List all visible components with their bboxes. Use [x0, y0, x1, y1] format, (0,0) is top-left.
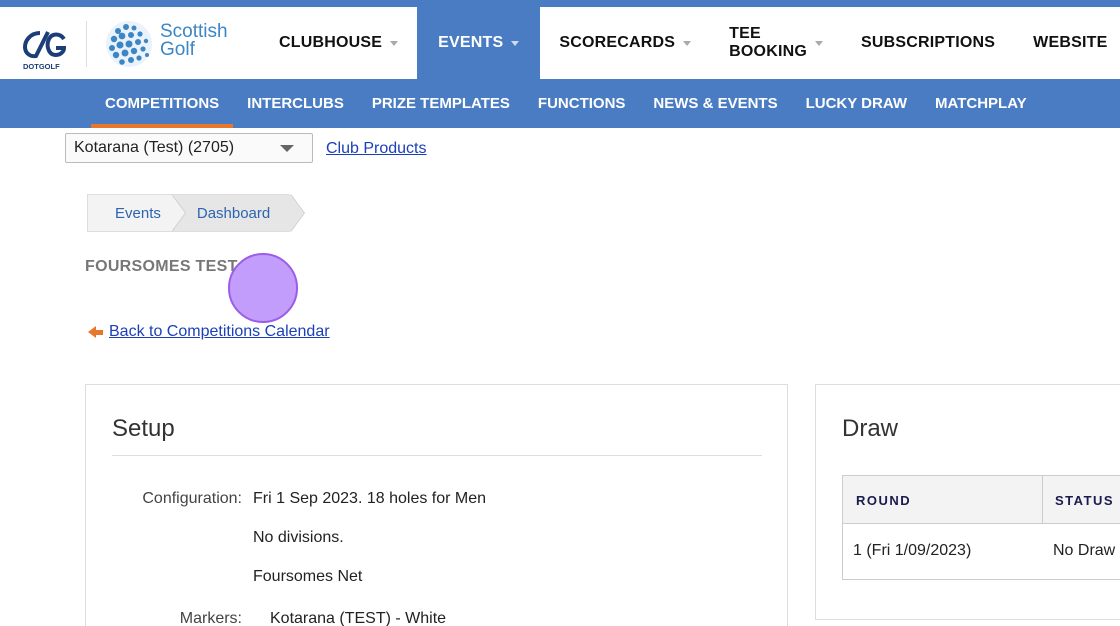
logo-divider [86, 21, 87, 67]
configuration-line: Fri 1 Sep 2023. 18 holes for Men [253, 490, 487, 507]
dropdown-arrow-icon [280, 145, 294, 152]
configuration-line: No divisions. [253, 529, 344, 546]
club-select[interactable]: Kotarana (Test) (2705) [65, 133, 313, 163]
subnav-label: COMPETITIONS [105, 95, 220, 112]
dotgolf-logo[interactable]: DOTGOLF [20, 23, 68, 71]
round-cell: 1 (Fri 1/09/2023) [853, 542, 972, 559]
nav-label: EVENTS [438, 34, 504, 51]
nav-clubhouse[interactable]: CLUBHOUSE [260, 7, 417, 79]
club-products-link[interactable]: Club Products [326, 140, 427, 158]
nav-scorecards[interactable]: SCORECARDS [540, 7, 710, 79]
subnav-label: NEWS & EVENTS [653, 95, 778, 112]
scottish-golf-logo[interactable]: Scottish Golf [104, 19, 244, 69]
breadcrumb-label: Events [115, 204, 161, 222]
subnav-news-events[interactable]: NEWS & EVENTS [639, 79, 791, 128]
scottish-golf-line2: Golf [160, 39, 195, 60]
setup-divider [112, 455, 762, 456]
nav-subscriptions[interactable]: SUBSCRIPTIONS [842, 7, 1014, 79]
club-select-value: Kotarana (Test) (2705) [74, 139, 235, 156]
draw-table-header: ROUND STATUS [843, 476, 1120, 524]
nav-label: CLUBHOUSE [279, 34, 383, 51]
subnav-matchplay[interactable]: MATCHPLAY [921, 79, 1041, 128]
draw-panel: Draw ROUND STATUS 1 (Fri 1/09/2023) No D… [815, 384, 1120, 620]
breadcrumb-dashboard[interactable]: Dashboard [170, 194, 306, 232]
dotgolf-wordmark: DOTGOLF [23, 62, 60, 71]
configuration-label: Configuration: [142, 490, 242, 507]
chevron-down-icon [683, 40, 692, 46]
nav-website[interactable]: WEBSITE [1014, 7, 1120, 79]
main-nav: CLUBHOUSE EVENTS SCORECARDS TEE BOOKING … [260, 7, 1120, 79]
back-to-calendar[interactable]: Back to Competitions Calendar [88, 323, 330, 341]
table-row[interactable]: 1 (Fri 1/09/2023) No Draw [843, 524, 1120, 579]
subnav-interclubs[interactable]: INTERCLUBS [233, 79, 358, 128]
scottish-golf-wordmark: Scottish Golf [160, 22, 228, 60]
nav-label: TEE BOOKING [729, 25, 808, 60]
subnav-prize-templates[interactable]: PRIZE TEMPLATES [358, 79, 524, 128]
breadcrumb-arrow [170, 194, 185, 232]
breadcrumb: Events Dashboard [87, 194, 306, 232]
chevron-down-icon [390, 40, 399, 46]
back-to-calendar-link[interactable]: Back to Competitions Calendar [109, 323, 330, 341]
column-header-round: ROUND [856, 493, 912, 508]
subnav-label: PRIZE TEMPLATES [371, 95, 510, 112]
subnav-functions[interactable]: FUNCTIONS [524, 79, 640, 128]
subnav-lucky-draw[interactable]: LUCKY DRAW [792, 79, 921, 128]
draw-table: ROUND STATUS 1 (Fri 1/09/2023) No Draw [842, 475, 1120, 580]
back-arrow-icon [88, 326, 96, 338]
chevron-down-icon [815, 40, 823, 46]
nav-events[interactable]: EVENTS [417, 7, 541, 79]
back-arrow-tail [96, 329, 103, 335]
click-indicator [228, 253, 298, 323]
column-header-status: STATUS [1055, 493, 1115, 508]
site-header: DOTGOLF Scottish Golf CLUBHOUSE EVENTS S… [0, 7, 1120, 79]
subnav-label: INTERCLUBS [247, 95, 344, 112]
breadcrumb-arrow [290, 194, 305, 232]
sub-nav: COMPETITIONS INTERCLUBS PRIZE TEMPLATES … [0, 79, 1120, 128]
breadcrumb-label: Dashboard [196, 204, 271, 222]
nav-tee-booking[interactable]: TEE BOOKING [710, 7, 842, 79]
golf-ball-icon [106, 21, 152, 67]
subnav-label: LUCKY DRAW [805, 95, 907, 112]
configuration-line: Foursomes Net [253, 568, 363, 585]
markers-value: Kotarana (TEST) - White [270, 610, 447, 626]
subnav-competitions[interactable]: COMPETITIONS [91, 79, 234, 128]
column-separator [1042, 476, 1043, 524]
breadcrumb-events[interactable]: Events [87, 194, 186, 232]
setup-heading: Setup [112, 415, 175, 442]
subnav-label: FUNCTIONS [537, 95, 626, 112]
top-accent-strip [0, 0, 1120, 7]
subnav-label: MATCHPLAY [934, 95, 1027, 112]
draw-heading: Draw [842, 415, 899, 442]
competition-title: FOURSOMES TEST [85, 258, 238, 275]
nav-label: WEBSITE [1033, 34, 1108, 51]
setup-panel: Setup Configuration: Fri 1 Sep 2023. 18 … [85, 384, 788, 626]
nav-label: SUBSCRIPTIONS [861, 34, 996, 51]
markers-label: Markers: [179, 610, 242, 626]
nav-label: SCORECARDS [559, 34, 676, 51]
status-cell: No Draw [1053, 542, 1116, 559]
chevron-down-icon [511, 40, 520, 46]
